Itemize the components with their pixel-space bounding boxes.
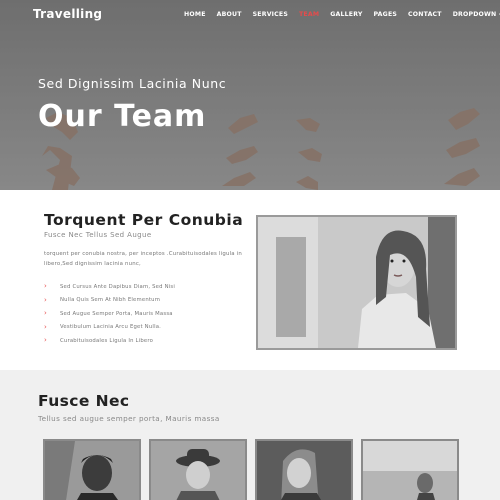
chevron-right-icon: › [44, 309, 47, 318]
nav-pages[interactable]: PAGES [374, 10, 398, 20]
nav-team[interactable]: TEAM [299, 10, 319, 20]
nav-home[interactable]: HOME [184, 10, 206, 20]
list-item: › Sed Cursus Ante Dapibus Diam, Sed Nisi [44, 280, 175, 294]
list-item: › Nulla Quis Sem At Nibh Elementum [44, 294, 175, 308]
list-item: › Vestibulum Lacinia Arcu Eget Nulla. [44, 321, 175, 335]
list-item-label: Vestibulum Lacinia Arcu Eget Nulla. [60, 324, 162, 331]
raised-hands-image [0, 0, 500, 190]
list-item: › Sed Augue Semper Porta, Mauris Massa [44, 307, 175, 321]
about-subtitle: Fusce Nec Tellus Sed Augue [44, 231, 152, 239]
team-member-photo[interactable] [361, 439, 459, 500]
team-subtitle: Tellus sed augue semper porta, Mauris ma… [38, 414, 220, 423]
site-logo[interactable]: Travelling [33, 7, 102, 21]
team-member-photo[interactable] [149, 439, 247, 500]
list-item: › Curabituisodales Ligula In Libero [44, 334, 175, 348]
team-member-photo[interactable] [255, 439, 353, 500]
chevron-right-icon: › [44, 322, 47, 331]
nav-gallery[interactable]: GALLERY [330, 10, 362, 20]
page-title: Our Team [38, 99, 207, 134]
list-item-label: Sed Cursus Ante Dapibus Diam, Sed Nisi [60, 283, 176, 290]
nav-services[interactable]: SERVICES [253, 10, 288, 20]
feature-list: › Sed Cursus Ante Dapibus Diam, Sed Nisi … [44, 280, 175, 348]
about-title: Torquent Per Conubia [44, 211, 244, 229]
about-section: Torquent Per Conubia Fusce Nec Tellus Se… [0, 190, 500, 370]
chevron-right-icon: › [44, 295, 47, 304]
nav-about[interactable]: ABOUT [217, 10, 242, 20]
list-item-label: Curabituisodales Ligula In Libero [60, 337, 154, 344]
list-item-label: Nulla Quis Sem At Nibh Elementum [60, 297, 161, 304]
team-member-photo[interactable] [43, 439, 141, 500]
team-title: Fusce Nec [38, 392, 130, 410]
main-nav: HOME ABOUT SERVICES TEAM GALLERY PAGES C… [184, 10, 500, 20]
hero-subtitle: Sed Dignissim Lacinia Nunc [38, 76, 227, 91]
nav-contact[interactable]: CONTACT [408, 10, 442, 20]
nav-dropdown[interactable]: DROPDOWN - [453, 10, 500, 20]
chevron-right-icon: › [44, 336, 47, 345]
team-section: Fusce Nec Tellus sed augue semper porta,… [0, 370, 500, 500]
list-item-label: Sed Augue Semper Porta, Mauris Massa [60, 310, 173, 317]
about-photo [256, 215, 457, 350]
chevron-right-icon: › [44, 282, 47, 291]
hero-banner: Travelling HOME ABOUT SERVICES TEAM GALL… [0, 0, 500, 190]
about-paragraph: torquent per conubia nostra, per incepto… [44, 251, 243, 267]
